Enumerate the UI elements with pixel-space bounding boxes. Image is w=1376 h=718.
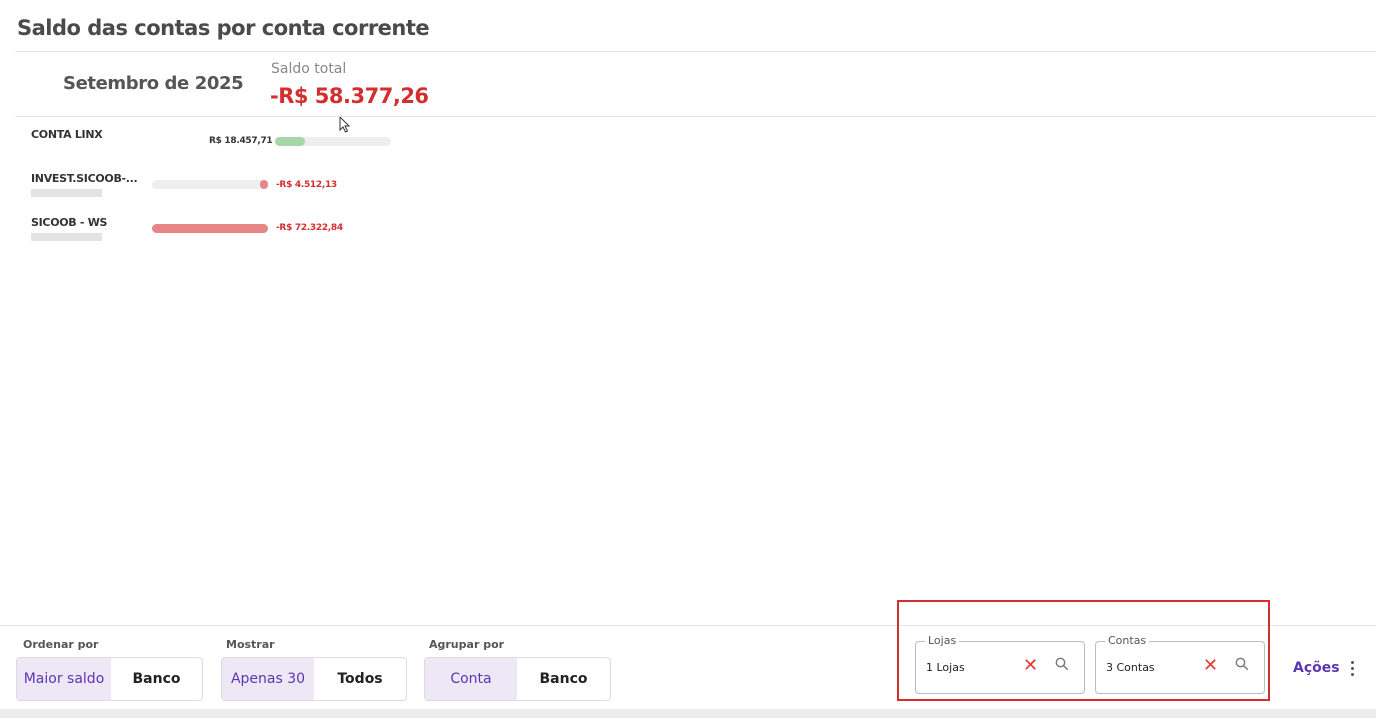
balance-bar-track (152, 180, 268, 189)
show-option-todos[interactable]: Todos (314, 658, 406, 700)
account-name: INVEST.SICOOB-... (31, 172, 138, 185)
sort-option-maior-saldo[interactable]: Maior saldo (17, 658, 111, 700)
show-label: Mostrar (226, 638, 275, 651)
account-balance-value: R$ 18.457,71 (209, 136, 273, 146)
bottom-shadow (0, 709, 1376, 718)
group-label: Agrupar por (429, 638, 505, 651)
sort-toggle-group: Maior saldo Banco (16, 657, 203, 701)
page-title: Saldo das contas por conta corrente (17, 16, 430, 40)
balance-bar-negative (260, 180, 268, 189)
sort-label: Ordenar por (23, 638, 99, 651)
account-name: SICOOB - WS (31, 216, 108, 229)
account-subtitle-redacted (31, 233, 102, 241)
group-option-conta[interactable]: Conta (425, 658, 517, 700)
summary-divider (15, 116, 1376, 117)
group-option-banco[interactable]: Banco (517, 658, 610, 700)
sort-option-banco[interactable]: Banco (111, 658, 202, 700)
account-balance-value: -R$ 4.512,13 (276, 180, 337, 190)
total-balance-value: -R$ 58.377,26 (270, 84, 429, 108)
group-toggle-group: Conta Banco (424, 657, 611, 701)
show-option-apenas-30[interactable]: Apenas 30 (222, 658, 314, 700)
title-divider (15, 51, 1376, 52)
more-vertical-icon[interactable] (1346, 659, 1358, 679)
account-balance-value: -R$ 72.322,84 (276, 223, 343, 233)
highlight-annotation-box (897, 600, 1270, 701)
balance-bar-positive (275, 137, 305, 146)
account-subtitle-redacted (31, 189, 102, 197)
show-toggle-group: Apenas 30 Todos (221, 657, 407, 701)
total-balance-label: Saldo total (271, 61, 347, 77)
period-label: Setembro de 2025 (63, 73, 244, 94)
actions-button[interactable]: Ações (1293, 660, 1340, 676)
account-name: CONTA LINX (31, 128, 103, 141)
mouse-cursor-icon (339, 116, 351, 133)
balance-bar-negative (152, 224, 268, 233)
